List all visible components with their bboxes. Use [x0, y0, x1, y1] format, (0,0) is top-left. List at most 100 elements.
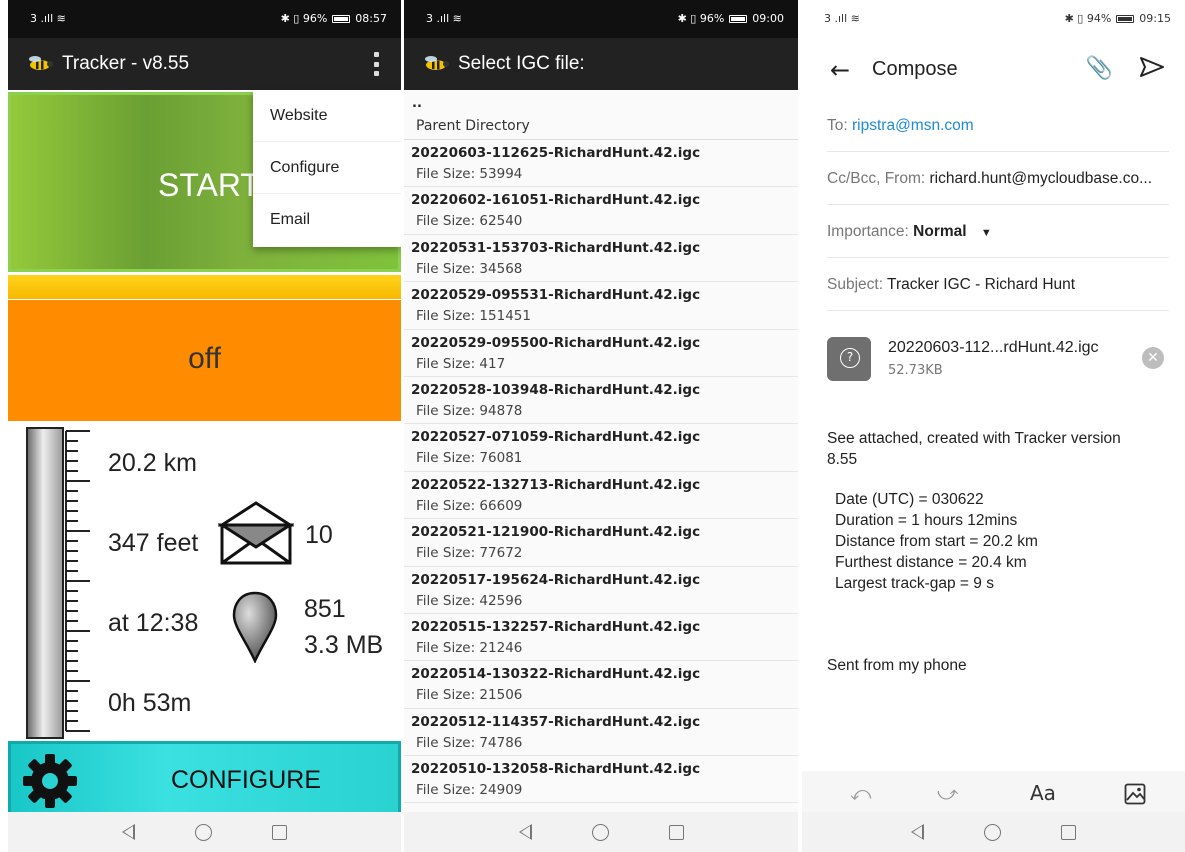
parent-dots: ..: [412, 96, 422, 111]
file-size: File Size: 24909: [416, 782, 523, 799]
to-field[interactable]: To: ripstra@msn.com: [827, 100, 1169, 152]
redo-icon[interactable]: ⤻: [937, 781, 958, 805]
subject-field[interactable]: Subject: Tracker IGC - Richard Hunt: [827, 259, 1169, 311]
file-name: 20220510-132058-RichardHunt.42.igc: [411, 761, 701, 778]
file-list-item[interactable]: 20220510-132058-RichardHunt.42.igc File S…: [404, 756, 798, 804]
file-size: File Size: 53994: [416, 166, 523, 182]
distance-value: 20.2 km: [108, 449, 197, 477]
file-size: File Size: 151451: [416, 308, 531, 325]
text-format-button[interactable]: Aa: [1030, 781, 1056, 805]
file-name: 20220528-103948-RichardHunt.42.igc: [411, 381, 701, 398]
status-right-info: ✱ ▯ 96%: [677, 12, 725, 25]
attach-clip-icon[interactable]: 📎: [1086, 56, 1113, 81]
recents-nav-icon[interactable]: [272, 824, 287, 840]
send-icon[interactable]: [1139, 56, 1165, 78]
file-name: 20220522-132713-RichardHunt.42.igc: [411, 476, 701, 493]
file-name: 20220531-153703-RichardHunt.42.igc: [411, 239, 701, 256]
file-list-item[interactable]: 20220528-103948-RichardHunt.42.igc File S…: [404, 377, 798, 425]
file-list-item[interactable]: 20220529-095500-RichardHunt.42.igc File S…: [404, 330, 798, 377]
configure-button[interactable]: CONFIGURE: [8, 741, 401, 816]
file-name: 20220527-071059-RichardHunt.42.igc: [411, 429, 701, 446]
file-size: File Size: 77672: [416, 545, 523, 562]
file-size: File Size: 62540: [416, 213, 523, 230]
file-name: 20220603-112625-RichardHunt.42.igc: [411, 145, 701, 161]
file-size: File Size: 21506: [416, 687, 523, 704]
file-name: 20220514-130322-RichardHunt.42.igc: [411, 666, 701, 683]
remove-attachment-icon[interactable]: ✕: [1142, 347, 1164, 369]
file-size: File Size: 42596: [416, 592, 523, 609]
cc-from-field[interactable]: Cc/Bcc, From: richard.hunt@mycloudbase.c…: [827, 153, 1169, 205]
file-list-item[interactable]: 20220517-195624-RichardHunt.42.igc File S…: [404, 567, 798, 614]
last-fix-time: at 12:38: [108, 609, 199, 637]
wasp-logo-icon: [29, 56, 53, 70]
file-list-item[interactable]: 20220514-130322-RichardHunt.42.igc File S…: [404, 661, 798, 709]
subject-value: Tracker IGC - Richard Hunt: [887, 276, 1076, 293]
to-recipient[interactable]: ripstra@msn.com: [852, 117, 974, 134]
file-list-item[interactable]: 20220531-153703-RichardHunt.42.igc File S…: [404, 235, 798, 283]
status-time: 09:00: [752, 12, 784, 25]
file-size: File Size: 76081: [416, 450, 523, 467]
file-list-item[interactable]: 20220529-095531-RichardHunt.42.igc File S…: [404, 282, 798, 330]
app-bar: Select IGC file:: [404, 38, 798, 90]
file-list-item[interactable]: 20220512-114357-RichardHunt.42.igc File S…: [404, 709, 798, 757]
home-nav-icon[interactable]: [195, 823, 212, 841]
back-nav-icon[interactable]: [122, 824, 135, 840]
back-arrow-icon[interactable]: ←: [830, 56, 850, 84]
battery-icon: [332, 14, 351, 23]
gear-icon: [23, 754, 77, 808]
file-list-item[interactable]: 20220527-071059-RichardHunt.42.igc File S…: [404, 424, 798, 472]
parent-directory-item[interactable]: .. Parent Directory: [404, 90, 798, 140]
log-size: 3.3 MB: [304, 631, 384, 659]
format-toolbar: ⤺ ⤻ Aa: [802, 771, 1185, 816]
to-label: To:: [827, 117, 848, 134]
recents-nav-icon[interactable]: [668, 824, 684, 840]
recents-nav-icon[interactable]: [1061, 824, 1076, 840]
stat-line: Largest track-gap = 9 s: [835, 575, 994, 592]
file-list-item[interactable]: 20220515-132257-RichardHunt.42.igc File S…: [404, 614, 798, 662]
status-bar: 3 .ıll ≋ ✱ ▯ 96% 09:00: [404, 0, 798, 38]
envelope-icon: [218, 501, 294, 565]
stat-line: Date (UTC) = 030622: [835, 491, 984, 508]
overflow-menu: Website Configure Email: [253, 90, 401, 247]
back-nav-icon[interactable]: [518, 824, 532, 840]
file-list-item[interactable]: 20220521-121900-RichardHunt.42.igc File S…: [404, 519, 798, 567]
signature: Sent from my phone: [827, 657, 967, 674]
importance-field[interactable]: Importance: Normal ▼: [827, 206, 1169, 258]
tracking-status-label: off: [188, 342, 221, 375]
configure-button-label: CONFIGURE: [171, 766, 321, 794]
back-nav-icon[interactable]: [911, 824, 924, 840]
status-time: 09:15: [1139, 12, 1171, 25]
app-bar: Tracker - v8.55: [8, 38, 401, 90]
home-nav-icon[interactable]: [984, 823, 1001, 841]
body-line-1: See attached, created with Tracker versi…: [827, 430, 1121, 447]
menu-item-website[interactable]: Website: [253, 90, 401, 142]
insert-image-icon[interactable]: [1124, 783, 1146, 805]
menu-item-email[interactable]: Email: [253, 194, 401, 246]
importance-value: Normal: [913, 223, 967, 240]
file-name: 20220517-195624-RichardHunt.42.igc: [411, 571, 701, 588]
tracking-status-button[interactable]: off: [8, 300, 401, 421]
signal-icon: 3 .ıll ≋: [426, 12, 462, 25]
menu-item-configure[interactable]: Configure: [253, 142, 401, 194]
location-pin-icon: [232, 591, 278, 663]
chevron-down-icon[interactable]: ▼: [981, 227, 992, 239]
status-bar: 3 .ıll ≋ ✱ ▯ 94% 09:15: [802, 0, 1185, 38]
attachment-size: 52.73KB: [888, 363, 943, 378]
file-name: 20220515-132257-RichardHunt.42.igc: [411, 618, 701, 635]
compose-title: Compose: [872, 58, 958, 80]
file-picker-screen: 3 .ıll ≋ ✱ ▯ 96% 09:00 Select IGC file: …: [404, 0, 798, 852]
battery-icon: [1116, 14, 1135, 23]
file-name: 20220521-121900-RichardHunt.42.igc: [411, 524, 701, 541]
file-list-item[interactable]: 20220603-112625-RichardHunt.42.igc File S…: [404, 140, 798, 188]
altitude-value: 347 feet: [108, 529, 199, 557]
signal-icon: 3 .ıll ≋: [30, 12, 66, 25]
attachment-name[interactable]: 20220603-112...rdHunt.42.igc: [888, 339, 1099, 357]
undo-icon[interactable]: ⤺: [850, 781, 871, 805]
overflow-menu-icon[interactable]: [373, 52, 379, 76]
file-name: 20220512-114357-RichardHunt.42.igc: [411, 713, 701, 730]
home-nav-icon[interactable]: [591, 823, 609, 841]
start-button-label: START: [158, 167, 260, 203]
battery-icon: [729, 14, 748, 23]
file-list-item[interactable]: 20220602-161051-RichardHunt.42.igc File S…: [404, 187, 798, 235]
file-list-item[interactable]: 20220522-132713-RichardHunt.42.igc File S…: [404, 472, 798, 520]
